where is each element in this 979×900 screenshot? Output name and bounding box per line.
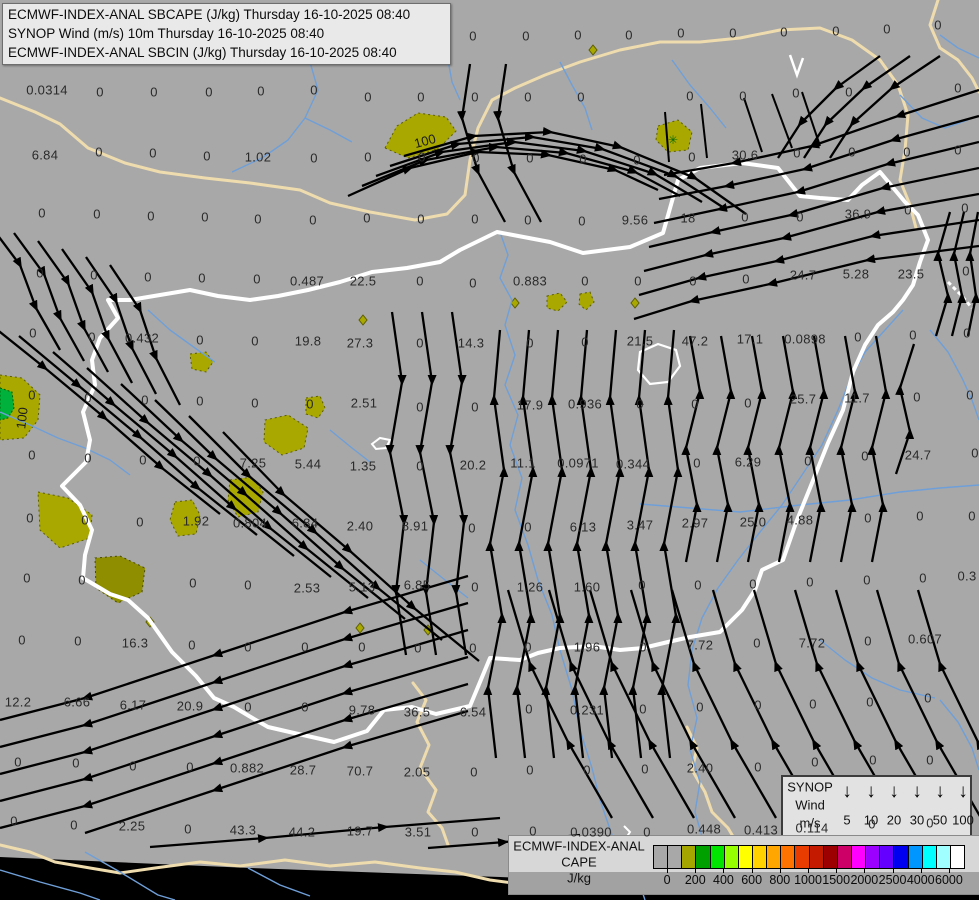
cape-tick-label: 6000 <box>935 873 963 887</box>
title-box: ECMWF-INDEX-ANAL SBCAPE (J/kg) Thursday … <box>2 3 451 65</box>
cape-tick-label: 2500 <box>878 873 907 887</box>
cape-tick-label: 0 <box>663 873 671 887</box>
cape-color-swatch <box>809 846 824 868</box>
cape-color-swatch <box>837 846 852 868</box>
cape-color-swatch <box>880 846 895 868</box>
cape-color-legend: ECMWF-INDEX-ANAL CAPE J/kg 0 200 400 600 800 100… <box>508 835 979 895</box>
cape-color-swatch <box>795 846 810 868</box>
cape-colorbar <box>653 845 965 869</box>
wind-arrow-icon: ↓ <box>958 781 968 802</box>
wind-arrow-icon: ↓ <box>889 781 899 802</box>
title-synop-wind: SYNOP Wind (m/s) 10m Thursday 16-10-2025… <box>8 26 325 41</box>
wind-speed-value: 20 <box>886 812 902 828</box>
cape-tick-label: 1500 <box>822 873 851 887</box>
cape-color-swatch <box>936 846 951 868</box>
cape-legend-title-line: J/kg <box>567 870 591 886</box>
wind-arrow-icon: ↓ <box>842 781 852 802</box>
cape-color-swatch <box>767 846 782 868</box>
wind-legend-title-line: m/s <box>799 815 821 831</box>
cape-color-swatch <box>682 846 697 868</box>
rivers <box>0 34 979 900</box>
cape-tick-label: 200 <box>684 873 706 887</box>
wind-legend-title-line: SYNOP <box>787 779 833 795</box>
cape-tick-label: 2000 <box>850 873 879 887</box>
cape-color-swatch <box>851 846 867 868</box>
wind-speed-value: 5 <box>843 812 851 828</box>
wind-speed-value: 50 <box>932 812 948 828</box>
cape-tick-label: 4000 <box>906 873 935 887</box>
cape-tick-label: 400 <box>713 873 734 887</box>
wind-speed-value: 30 <box>909 812 925 828</box>
cape-color-swatch <box>752 846 768 868</box>
title-sbcape: ECMWF-INDEX-ANAL SBCAPE (J/kg) Thursday … <box>8 7 411 22</box>
weather-analysis-screen: { "title_box": { "lines": [ "ECMWF-INDEX… <box>0 0 979 900</box>
cape-color-swatch <box>894 846 909 868</box>
wind-arrow-icon: ↓ <box>912 781 922 802</box>
cape-tick-label: 1000 <box>794 873 822 887</box>
wind-legend-title-line: Wind <box>795 797 825 813</box>
wind-arrow-icon: ↓ <box>866 781 876 802</box>
cape-color-swatch <box>950 846 965 868</box>
cape-color-swatch <box>922 846 937 868</box>
wind-streamlines <box>0 55 979 850</box>
cape-color-swatch <box>710 846 725 868</box>
weather-map-canvas: ✳ <box>0 0 979 900</box>
cape-tick-label: 800 <box>769 873 791 887</box>
wind-speed-value: 100 <box>952 812 974 828</box>
cape-color-swatch <box>781 846 796 868</box>
cape-color-swatch <box>668 846 683 868</box>
cape-color-swatch <box>724 846 739 868</box>
cape-color-swatch <box>823 846 838 868</box>
cape-color-swatch <box>654 846 669 868</box>
country-border <box>60 54 974 839</box>
cape-legend-title-line: CAPE <box>561 854 597 870</box>
wind-speed-legend: SYNOP Wind m/s ↓ 5 ↓ 10 ↓ 20 ↓ 30 ↓ 50 ↓ 100 <box>781 775 974 843</box>
cape-color-swatch <box>908 846 923 868</box>
wind-arrow-icon: ↓ <box>935 781 945 802</box>
cape-color-swatch <box>738 846 753 868</box>
cape-tick-label: 600 <box>741 873 763 887</box>
cape-legend-title-line: ECMWF-INDEX-ANAL <box>513 838 645 854</box>
cape-color-swatch <box>866 846 881 868</box>
title-sbcin: ECMWF-INDEX-ANAL SBCIN (J/kg) Thursday 1… <box>8 45 397 60</box>
cape-max-star-icon: ✳ <box>668 133 678 147</box>
cape-color-swatch <box>696 846 711 868</box>
wind-speed-value: 10 <box>863 812 879 828</box>
